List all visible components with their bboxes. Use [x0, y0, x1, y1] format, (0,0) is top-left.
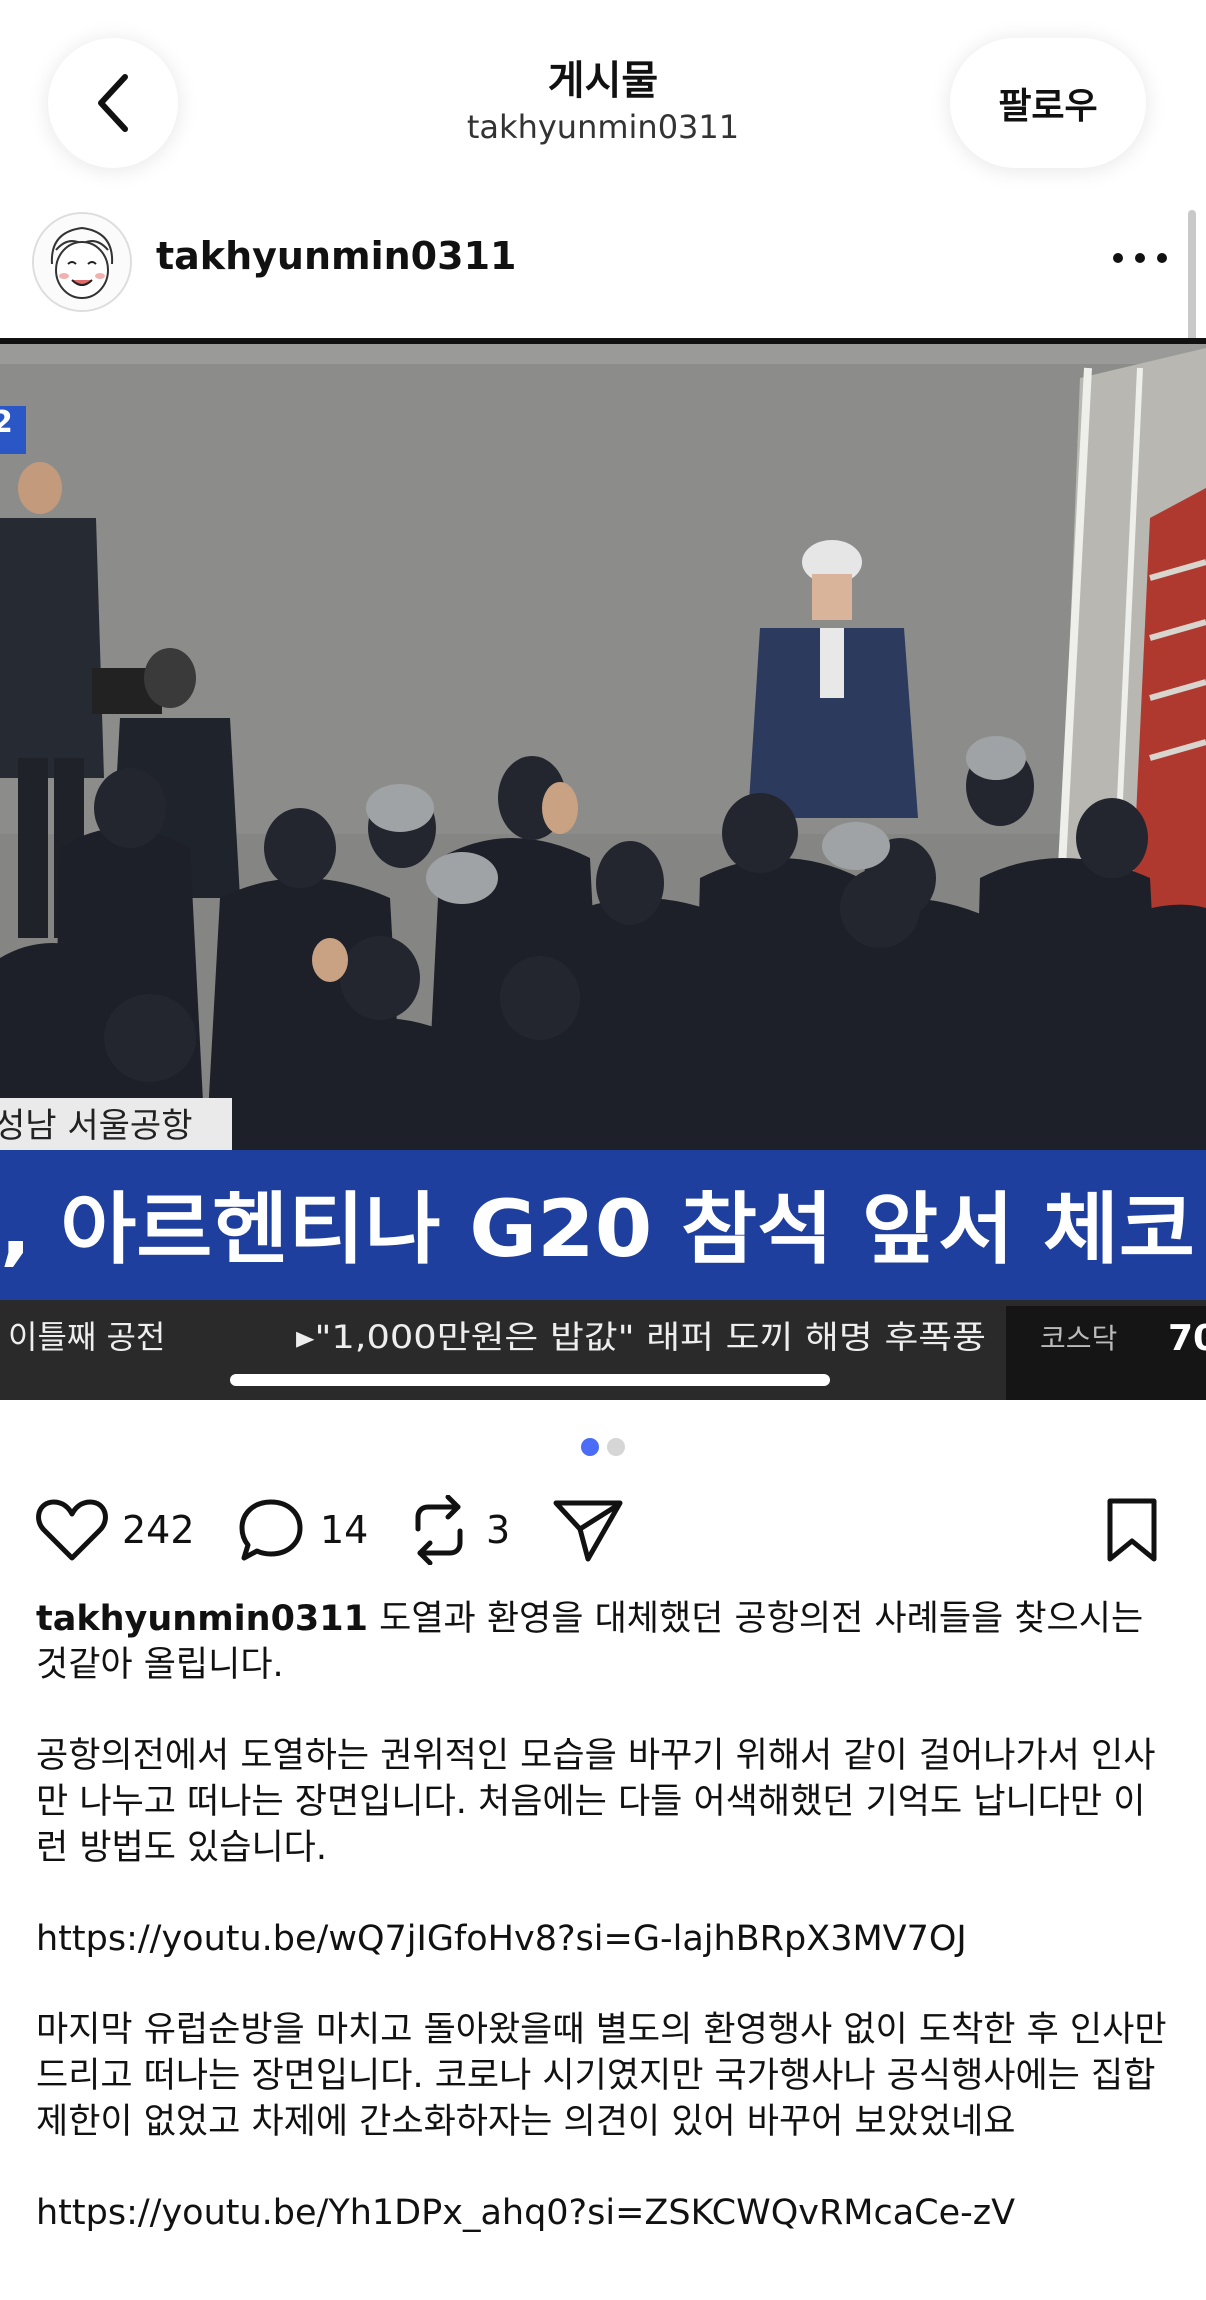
follow-button[interactable]: 팔로우	[950, 38, 1146, 168]
repost-count: 3	[486, 1508, 511, 1552]
bookmark-icon[interactable]	[1104, 1497, 1160, 1563]
corner-tag: 2	[0, 405, 13, 440]
share-action[interactable]	[552, 1490, 624, 1570]
location-label: 성남 서울공항	[0, 1106, 193, 1146]
ticker-index-label: 코스닥	[1040, 1322, 1117, 1355]
caption-link-1[interactable]: https://youtu.be/wQ7jIGfoHv8?si=G-lajhBR…	[36, 1916, 1176, 1962]
news-video-frame: 성남 서울공항 , 아르헨티나 G20 참석 앞서 체코 이틀째 공전 ▸"1,…	[0, 338, 1206, 1400]
caption-intro: takhyunmin0311 도열과 환영을 대체했던 공항의전 사례들을 찾으…	[36, 1596, 1176, 1688]
repost-action[interactable]: 3	[406, 1490, 510, 1570]
video-progress-bar[interactable]	[230, 1374, 830, 1386]
caption-paragraph-2: 마지막 유럽순방을 마치고 돌아왔을때 별도의 환영행사 없이 도착한 후 인사…	[36, 2010, 1167, 2142]
carousel-indicator	[0, 1438, 1206, 1458]
author-username[interactable]: takhyunmin0311	[156, 234, 516, 278]
like-action[interactable]: 242	[36, 1490, 195, 1570]
like-count: 242	[122, 1508, 195, 1552]
heart-icon[interactable]	[36, 1498, 108, 1562]
post-media-video[interactable]: 성남 서울공항 , 아르헨티나 G20 참석 앞서 체코 이틀째 공전 ▸"1,…	[0, 338, 1206, 1400]
avatar[interactable]	[32, 212, 132, 312]
carousel-dot-2[interactable]	[607, 1438, 625, 1456]
repost-icon[interactable]	[406, 1495, 472, 1565]
caricature-avatar-icon	[34, 214, 130, 310]
caption-username[interactable]: takhyunmin0311	[36, 1599, 368, 1639]
top-bar: 게시물 takhyunmin0311 팔로우	[0, 0, 1206, 200]
comment-count: 14	[320, 1508, 369, 1552]
post-author-row: takhyunmin0311	[0, 200, 1206, 340]
save-action[interactable]	[1104, 1490, 1160, 1570]
caption-paragraph-1: 공항의전에서 도열하는 권위적인 모습을 바꾸기 위해서 같이 걸어나가서 인사…	[36, 1736, 1156, 1868]
send-icon[interactable]	[552, 1497, 624, 1563]
post-actions: 242 14 3	[0, 1490, 1206, 1570]
headline-caption: , 아르헨티나 G20 참석 앞서 체코	[0, 1185, 1195, 1275]
more-options-icon[interactable]	[1110, 246, 1170, 270]
ticker-left-text: 이틀째 공전	[8, 1318, 165, 1356]
caption-link-2[interactable]: https://youtu.be/Yh1DPx_ahq0?si=ZSKCWQvR…	[36, 2190, 1176, 2236]
ticker-index-value: 70	[1168, 1318, 1206, 1359]
carousel-dot-1[interactable]	[581, 1438, 599, 1456]
ticker-headline-text: ▸"1,000만원은 밥값" 래퍼 도끼 해명 후폭풍	[296, 1318, 986, 1356]
post-caption: takhyunmin0311 도열과 환영을 대체했던 공항의전 사례들을 찾으…	[36, 1596, 1176, 2281]
comment-bubble-icon[interactable]	[236, 1496, 306, 1564]
comment-action[interactable]: 14	[236, 1490, 368, 1570]
